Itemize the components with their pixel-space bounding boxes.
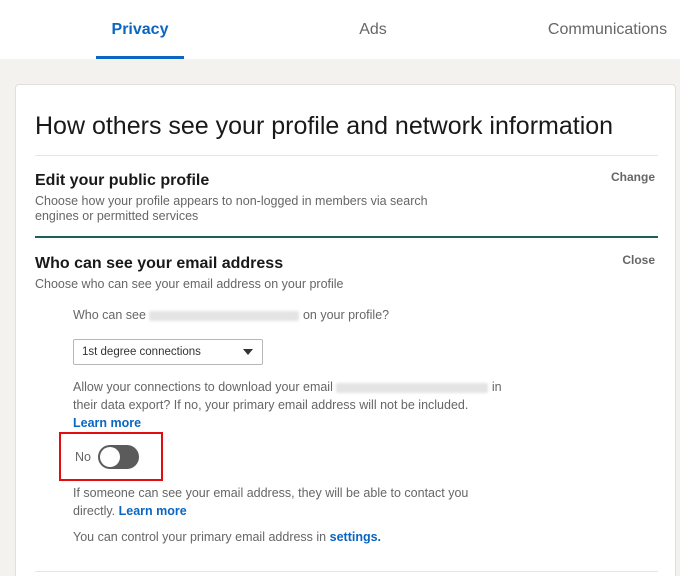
public-profile-description: Choose how your profile appears to non-l… <box>35 194 428 223</box>
tab-communications[interactable]: Communications <box>535 0 680 59</box>
redacted-email <box>149 310 300 321</box>
change-public-profile-link[interactable]: Change <box>611 170 655 184</box>
email-visibility-select[interactable]: 1st degree connections <box>73 339 263 365</box>
toggle-label: No <box>75 450 91 464</box>
public-profile-title: Edit your public profile <box>35 172 210 189</box>
title-divider <box>35 155 658 156</box>
tab-ads[interactable]: Ads <box>343 0 403 59</box>
email-settings-text: You can control your primary email addre… <box>73 528 381 546</box>
close-email-section-link[interactable]: Close <box>622 253 655 267</box>
export-prefix: Allow your connections to download your … <box>73 380 333 394</box>
page-title: How others see your profile and network … <box>35 112 614 140</box>
chevron-down-icon <box>243 349 253 355</box>
learn-more-export-link[interactable]: Learn more <box>73 416 141 430</box>
learn-more-contact-link[interactable]: Learn more <box>119 504 187 518</box>
control-text: You can control your primary email addre… <box>73 530 327 544</box>
export-line-2: their data export? If no, your primary e… <box>73 398 469 412</box>
select-value: 1st degree connections <box>82 346 201 358</box>
question-prefix: Who can see <box>73 308 146 322</box>
email-visibility-title: Who can see your email address <box>35 255 284 272</box>
bottom-divider <box>35 571 658 572</box>
question-suffix: on your profile? <box>302 308 390 322</box>
contact-info-text: If someone can see your email address, t… <box>73 484 493 520</box>
settings-card: How others see your profile and network … <box>15 84 676 576</box>
settings-link[interactable]: settings. <box>330 530 381 544</box>
email-visibility-description: Choose who can see your email address on… <box>35 277 344 291</box>
settings-tab-bar: Privacy Ads Communications <box>0 0 680 59</box>
data-export-toggle[interactable] <box>98 445 139 469</box>
email-visibility-question: Who can see on your profile? <box>73 306 389 324</box>
redacted-email <box>336 382 489 393</box>
section-divider <box>35 236 658 238</box>
highlight-box: No <box>59 432 163 481</box>
toggle-knob <box>100 447 120 467</box>
export-suffix: in <box>491 380 502 394</box>
data-export-text: Allow your connections to download your … <box>73 378 533 432</box>
tab-privacy[interactable]: Privacy <box>96 0 184 59</box>
